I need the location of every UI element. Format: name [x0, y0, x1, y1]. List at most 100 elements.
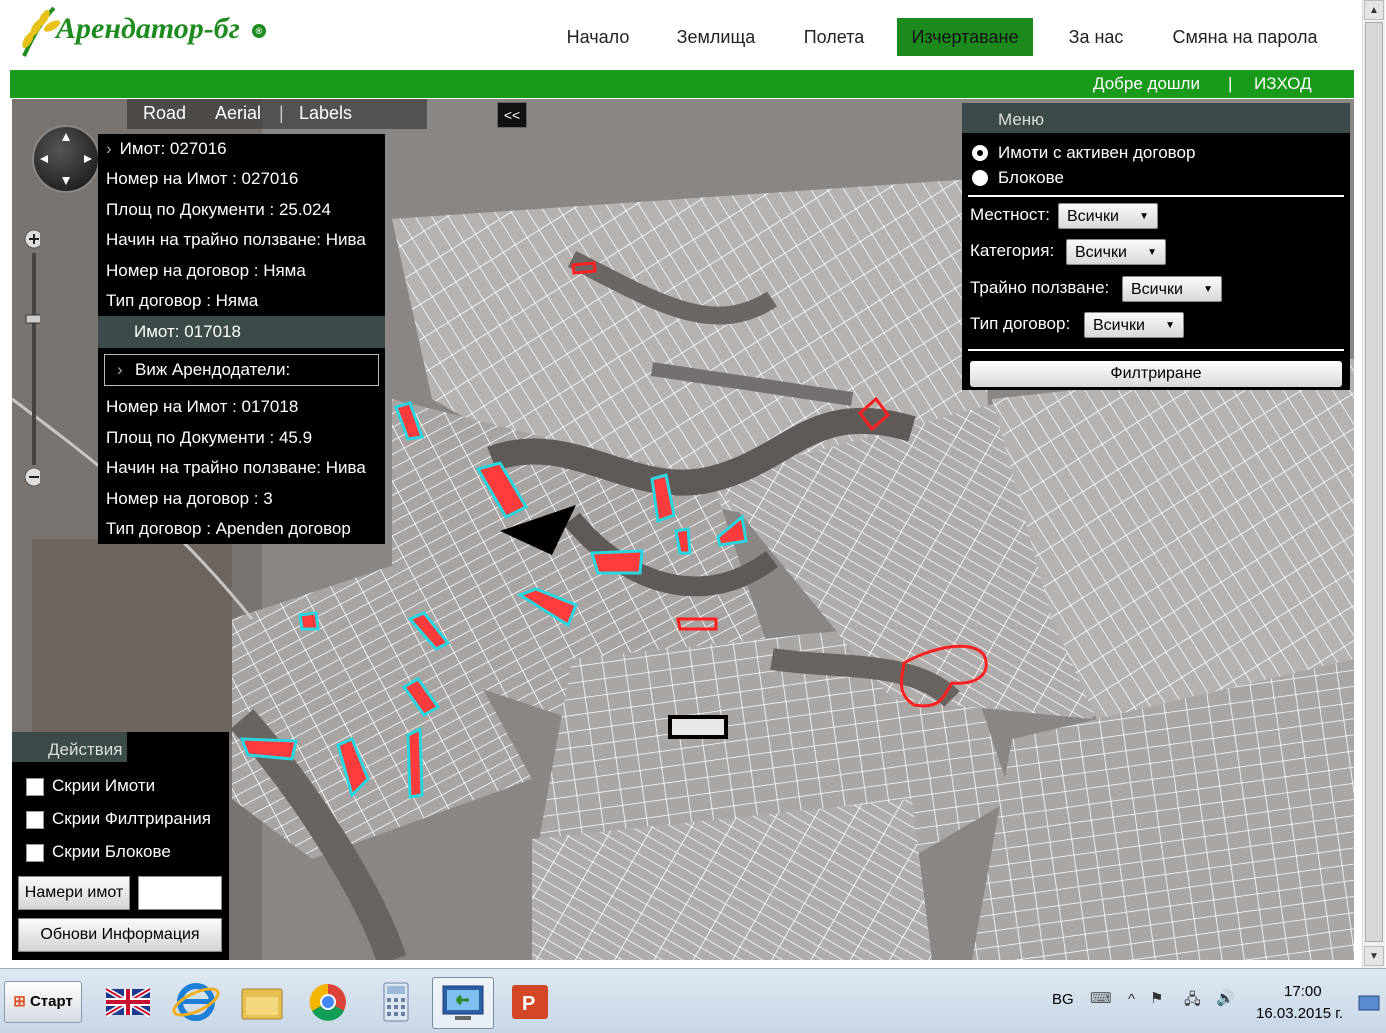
- parcel-highlight[interactable]: [716, 514, 748, 547]
- action-center-flag-icon[interactable]: ⚑: [1150, 989, 1163, 1007]
- scroll-up-icon[interactable]: ▲: [1364, 0, 1384, 20]
- property-detail-row: Тип договор : Няма: [106, 290, 259, 310]
- registered-mark-icon: ®: [252, 24, 266, 38]
- property-detail-row: Тип договор : Арenden договор: [106, 518, 351, 538]
- logout-link[interactable]: ИЗХОД: [1254, 74, 1312, 94]
- nav-home[interactable]: Начало: [558, 18, 638, 56]
- parcel-highlight[interactable]: [298, 611, 320, 631]
- page-scrollbar[interactable]: ▲ ▼: [1362, 0, 1385, 968]
- checkbox-label: Скрии Имоти: [52, 776, 156, 795]
- collapse-button[interactable]: <<: [497, 102, 527, 128]
- scroll-down-icon[interactable]: ▼: [1364, 946, 1384, 966]
- internet-explorer-icon[interactable]: [166, 977, 226, 1027]
- app-header: Арендатор-бг ® Начало Землища Полета Изч…: [0, 0, 1358, 72]
- parcel-highlight[interactable]: [475, 461, 529, 519]
- parcel-selected[interactable]: [571, 261, 597, 275]
- parcel-highlight[interactable]: [239, 737, 298, 761]
- welcome-text: Добре дошли: [1093, 74, 1200, 93]
- checkbox-label: Скрии Блокове: [52, 842, 171, 861]
- separator: |: [1228, 74, 1233, 93]
- property-detail-row: Площ по Документи : 25.024: [106, 199, 331, 219]
- property-info-panel: › Имот: 027016 Номер на Имот : 027016 Пло…: [98, 134, 385, 545]
- parcel-highlight[interactable]: [590, 549, 644, 575]
- hide-filtered-checkbox[interactable]: [26, 811, 44, 829]
- find-property-button[interactable]: Намери имот: [18, 876, 130, 910]
- app-logo[interactable]: Арендатор-бг ®: [14, 4, 274, 64]
- property-header[interactable]: › Имот: 027016: [98, 134, 385, 164]
- radio-active-contracts[interactable]: [972, 145, 988, 161]
- property-detail-row: Начин на трайно ползване: Нива: [106, 458, 366, 478]
- nav-fields[interactable]: Полета: [794, 18, 874, 56]
- property-detail-row: Номер на договор : 3: [106, 488, 273, 508]
- radio-blocks[interactable]: [972, 170, 988, 186]
- map-view[interactable]: Road Aerial | Labels << › Имот: 027016 Но…: [12, 99, 1354, 960]
- volume-icon[interactable]: 🔊: [1216, 989, 1235, 1007]
- zoom-handle[interactable]: [25, 314, 40, 324]
- dropdown-arrow-icon: ▼: [1165, 320, 1175, 331]
- menu-title: Меню: [962, 103, 1350, 133]
- pan-control[interactable]: [32, 125, 100, 193]
- uk-flag-icon[interactable]: [98, 977, 158, 1027]
- property-header-2[interactable]: Имот: 017018: [98, 316, 385, 349]
- find-property-input[interactable]: [138, 876, 222, 910]
- calculator-icon[interactable]: [366, 977, 426, 1027]
- contract-type-select[interactable]: Всички ▼: [1084, 312, 1184, 338]
- powerpoint-icon[interactable]: P: [500, 977, 560, 1027]
- actions-panel: Действия Скрии Имоти Скрии Филтрирания С…: [12, 732, 229, 960]
- parcel-selected[interactable]: [900, 644, 988, 708]
- parcel-highlight[interactable]: [516, 587, 578, 628]
- property-detail-row: Номер на Имот : 017018: [106, 397, 299, 417]
- tab-labels[interactable]: Labels: [299, 103, 352, 124]
- property-detail-row: Номер на Имот : 027016: [106, 169, 299, 189]
- property-detail-row: Номер на договор : Няма: [106, 260, 306, 280]
- property-detail-row: Начин на трайно ползване: Нива: [106, 230, 366, 250]
- network-icon[interactable]: 🖧: [1184, 989, 1201, 1014]
- nav-lands[interactable]: Землища: [668, 18, 764, 56]
- nav-drawing[interactable]: Изчертаване: [897, 18, 1033, 56]
- parcel-highlight[interactable]: [406, 726, 424, 799]
- filter-menu-panel: Меню Имоти с активен договор Блокове Мес…: [962, 103, 1350, 390]
- filter-label: Местност:: [970, 205, 1050, 224]
- parcel-selected[interactable]: [676, 617, 718, 631]
- parcel-highlight[interactable]: [650, 473, 676, 524]
- refresh-info-button[interactable]: Обнови Информация: [18, 918, 222, 952]
- radio-label: Имоти с активен договор: [998, 143, 1196, 162]
- welcome-bar: Добре дошли | ИЗХОД: [10, 70, 1354, 98]
- parcel-highlight[interactable]: [674, 527, 692, 555]
- start-button[interactable]: ⊞ Старт: [4, 981, 82, 1023]
- view-landlords-toggle[interactable]: › Виж Арендодатели:: [104, 354, 379, 387]
- category-select[interactable]: Всички ▼: [1066, 239, 1166, 265]
- clock-time[interactable]: 17:00: [1284, 983, 1322, 1000]
- tab-aerial[interactable]: Aerial: [215, 103, 261, 124]
- hide-properties-checkbox[interactable]: [26, 778, 44, 796]
- tab-road[interactable]: Road: [143, 103, 186, 124]
- locality-select[interactable]: Всички ▼: [1058, 203, 1158, 229]
- filter-label: Тип договор:: [970, 314, 1071, 333]
- keyboard-icon[interactable]: ⌨: [1090, 989, 1112, 1007]
- parcel-highlight[interactable]: [336, 737, 370, 798]
- show-desktop-icon[interactable]: [1358, 995, 1380, 1013]
- scroll-thumb[interactable]: [1365, 22, 1383, 942]
- parcel-block-marker[interactable]: [668, 715, 728, 739]
- pan-arrows-icon: [40, 133, 92, 185]
- remote-desktop-icon[interactable]: [432, 977, 494, 1029]
- property-detail-row: Площ по Документи : 45.9: [106, 427, 313, 447]
- parcel-highlight[interactable]: [401, 677, 441, 717]
- parcel-highlight[interactable]: [394, 401, 425, 441]
- clock-date[interactable]: 16.03.2015 г.: [1256, 1005, 1343, 1022]
- map-type-bar: Road Aerial | Labels <<: [127, 99, 527, 129]
- file-explorer-icon[interactable]: [232, 977, 292, 1027]
- land-use-select[interactable]: Всички ▼: [1122, 276, 1222, 302]
- nav-about[interactable]: За нас: [1058, 18, 1134, 56]
- parcel-selected[interactable]: [857, 396, 891, 432]
- parcel-highlight[interactable]: [407, 611, 451, 651]
- filter-button[interactable]: Филтриране: [970, 361, 1342, 387]
- hide-blocks-checkbox[interactable]: [26, 844, 44, 862]
- zoom-slider[interactable]: [22, 229, 40, 489]
- nav-change-password[interactable]: Смяна на парола: [1160, 18, 1330, 56]
- language-indicator[interactable]: BG: [1052, 991, 1074, 1008]
- show-hidden-icons-icon[interactable]: ^: [1128, 991, 1135, 1008]
- filter-label: Трайно ползване:: [970, 278, 1110, 297]
- chevron-right-icon: ›: [106, 139, 112, 158]
- chrome-icon[interactable]: [298, 977, 358, 1027]
